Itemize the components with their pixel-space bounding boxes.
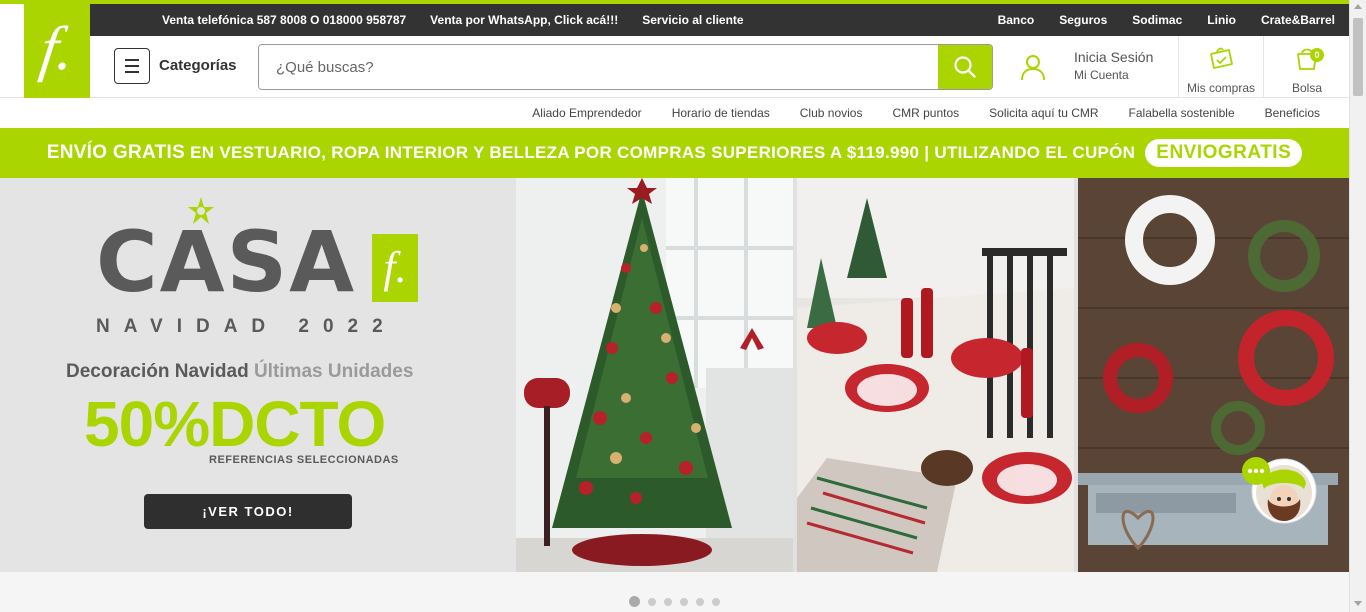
carousel-dot-2[interactable] [648,597,656,606]
header-divider [1263,36,1264,98]
crate-barrel-link[interactable]: Crate&Barrel [1261,13,1335,27]
promo-text: ENVÍO GRATIS EN VESTUARIO, ROPA INTERIOR… [47,142,1136,164]
seguros-link[interactable]: Seguros [1059,13,1107,27]
carousel-dot-5[interactable] [696,597,704,606]
search-input[interactable] [259,45,939,89]
secondary-nav-items: Aliado Emprendedor Horario de tiendas Cl… [532,98,1320,128]
deco-main: Decoración Navidad [66,361,254,382]
subnav-falabella-sostenible[interactable]: Falabella sostenible [1129,106,1235,120]
customer-service-link[interactable]: Servicio al cliente [642,13,743,27]
subnav-cmr-puntos[interactable]: CMR puntos [892,106,959,120]
coupon-code: ENVIOGRATIS [1145,139,1303,167]
page: Venta telefónica 587 8008 O 018000 95878… [0,0,1366,612]
hero-carousel-slide[interactable]: CASA f. NAVIDAD 2022 Decoración Navidad … [0,178,1349,572]
login-block[interactable]: Inicia Sesión Mi Cuenta [1074,49,1153,82]
subnav-horario-tiendas[interactable]: Horario de tiendas [672,106,770,120]
shopping-bag-icon [1210,47,1233,69]
subnav-club-novios[interactable]: Club novios [800,106,863,120]
scroll-thumb[interactable] [1353,18,1363,96]
scroll-up-arrow[interactable] [1354,4,1362,9]
my-purchases-label: Mis compras [1186,81,1255,95]
topbar-right-links: Banco Seguros Sodimac Linio Crate&Barrel [998,4,1335,36]
carousel-dot-6[interactable] [712,597,720,606]
categories-label[interactable]: Categorías [159,57,237,74]
subnav-aliado-emprendedor[interactable]: Aliado Emprendedor [532,106,641,120]
sodimac-link[interactable]: Sodimac [1132,13,1182,27]
secondary-nav: Aliado Emprendedor Horario de tiendas Cl… [0,98,1349,128]
carousel-pagination [629,596,720,607]
header-divider [1178,36,1179,98]
user-icon[interactable] [1018,52,1048,82]
carousel-dot-3[interactable] [664,597,672,606]
bag-button[interactable]: 0 Bolsa [1268,44,1346,95]
banco-link[interactable]: Banco [998,13,1035,27]
phone-sales-link[interactable]: Venta telefónica 587 8008 O 018000 95878… [162,13,406,27]
carousel-dot-4[interactable] [680,597,688,606]
chat-assistant-button[interactable] [1240,455,1320,530]
search-button[interactable] [938,45,992,89]
menu-icon-line [125,65,139,67]
decoration-headline: Decoración Navidad Últimas Unidades [66,361,413,383]
falabella-logo[interactable]: f. [24,0,90,98]
discount-text: 50%DCTO [84,388,386,460]
christmas-table-photo [797,178,1074,572]
linio-link[interactable]: Linio [1207,13,1236,27]
menu-icon-line [125,71,139,73]
my-purchases-button[interactable]: Mis compras [1182,44,1260,95]
selected-references-text: REFERENCIAS SELECCIONADAS [209,454,399,466]
navidad-subtitle: NAVIDAD 2022 [96,316,397,337]
logo-mark: f. [35,15,79,83]
hero-promo-panel: CASA f. NAVIDAD 2022 Decoración Navidad … [0,178,516,572]
bag-label: Bolsa [1291,81,1323,95]
casa-brand-text: CASA [96,213,357,311]
scroll-down-arrow[interactable] [1354,601,1362,606]
subnav-beneficios[interactable]: Beneficios [1265,106,1320,120]
main-header: Categorías Inicia Sesión Mi Cuenta [0,36,1349,98]
top-utility-bar: Venta telefónica 587 8008 O 018000 95878… [90,4,1349,36]
page-scrollbar[interactable] [1349,0,1366,612]
promo-bold: ENVÍO GRATIS [46,142,186,163]
free-shipping-banner[interactable]: ENVÍO GRATIS EN VESTUARIO, ROPA INTERIOR… [0,128,1349,178]
chat-icon [1242,457,1317,524]
search-icon [954,56,976,78]
login-label: Inicia Sesión [1074,49,1154,65]
whatsapp-sales-link[interactable]: Venta por WhatsApp, Click acá!!! [430,13,618,27]
subnav-solicita-cmr[interactable]: Solicita aquí tu CMR [989,106,1098,120]
my-account-label: Mi Cuenta [1074,68,1129,82]
deco-accent: Últimas Unidades [253,361,414,382]
search-bar [258,44,993,90]
christmas-tree-photo [516,178,793,572]
menu-icon [125,59,139,61]
topbar-left-links: Venta telefónica 587 8008 O 018000 95878… [162,4,744,36]
carousel-dot-1[interactable] [629,596,640,607]
categories-menu-button[interactable] [114,48,150,84]
promo-body: EN VESTUARIO, ROPA INTERIOR Y BELLEZA PO… [185,143,1136,162]
bag-count-badge: 0 [1310,48,1324,62]
see-all-button[interactable]: ¡VER TODO! [144,494,352,529]
casa-brand-mark: f. [372,234,418,302]
